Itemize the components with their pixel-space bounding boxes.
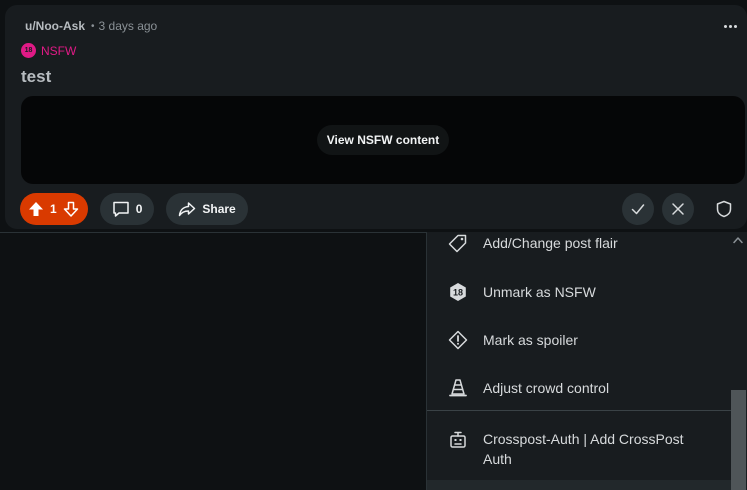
menu-item-label: Mark as spoiler xyxy=(483,332,578,348)
checkmark-icon xyxy=(631,204,645,215)
post-timestamp: 3 days ago xyxy=(98,19,158,33)
vote-count: 1 xyxy=(50,202,57,216)
mod-actions-menu[interactable]: Add/Change post flair 18 Unmark as NSFW … xyxy=(426,232,747,490)
approve-button[interactable] xyxy=(622,193,654,225)
post-action-bar: 1 0 Share xyxy=(20,193,248,225)
share-label: Share xyxy=(202,202,236,216)
menu-item-label: Unmark as NSFW xyxy=(483,284,596,300)
menu-item-label: Crosspost-Auth | Add CrossPost Auth xyxy=(483,431,684,467)
post-header: u/Noo-Ask • 3 days ago xyxy=(25,18,157,34)
remove-button[interactable] xyxy=(662,193,694,225)
feed-divider xyxy=(0,232,426,233)
share-icon xyxy=(179,202,196,217)
nsfw-18-text: 18 xyxy=(453,288,463,298)
nsfw-18-icon: 18 xyxy=(447,281,469,303)
alert-icon xyxy=(447,329,469,351)
menu-item-unmark-nsfw[interactable]: 18 Unmark as NSFW xyxy=(427,281,732,303)
nsfw-badge-icon: 18 xyxy=(21,43,36,58)
menu-item-label: Adjust crowd control xyxy=(483,380,610,396)
menu-item-post-flair[interactable]: Add/Change post flair xyxy=(427,232,732,254)
meta-separator: • xyxy=(91,20,95,32)
nsfw-tag: 18 NSFW xyxy=(21,43,76,58)
menu-item-crosspost-auth[interactable]: Crosspost-Auth | Add CrossPost Auth xyxy=(427,428,732,469)
bot-icon xyxy=(447,428,469,450)
nsfw-media-blur[interactable]: View NSFW content xyxy=(21,96,745,184)
menu-item-crowd-control[interactable]: Adjust crowd control xyxy=(427,377,732,399)
tag-icon xyxy=(447,232,469,254)
share-button[interactable]: Share xyxy=(166,193,248,225)
vote-control: 1 xyxy=(20,193,88,225)
menu-next-item-peek xyxy=(427,480,732,490)
upvote-icon[interactable] xyxy=(28,201,44,217)
post-card[interactable]: u/Noo-Ask • 3 days ago 18 NSFW test View… xyxy=(5,5,747,229)
menu-item-label: Add/Change post flair xyxy=(483,235,618,251)
scrollbar-thumb[interactable] xyxy=(731,390,746,490)
nsfw-label: NSFW xyxy=(41,43,77,58)
menu-item-mark-spoiler[interactable]: Mark as spoiler xyxy=(427,329,732,351)
comment-count: 0 xyxy=(135,202,143,216)
menu-scrollbar[interactable] xyxy=(731,232,747,490)
menu-divider xyxy=(427,410,732,411)
scroll-up-chevron-icon[interactable] xyxy=(733,236,743,244)
traffic-cone-icon xyxy=(447,377,469,399)
view-nsfw-button[interactable]: View NSFW content xyxy=(316,125,450,155)
downvote-icon[interactable] xyxy=(63,201,79,217)
close-icon xyxy=(672,203,684,215)
more-options-icon[interactable] xyxy=(721,18,739,34)
comment-icon xyxy=(112,201,129,217)
mod-quick-actions xyxy=(622,193,740,225)
comments-button[interactable]: 0 xyxy=(99,193,155,225)
shield-icon xyxy=(716,200,732,218)
post-title[interactable]: test xyxy=(21,67,51,87)
mod-shield-button[interactable] xyxy=(708,193,740,225)
author-link[interactable]: u/Noo-Ask xyxy=(25,19,85,33)
